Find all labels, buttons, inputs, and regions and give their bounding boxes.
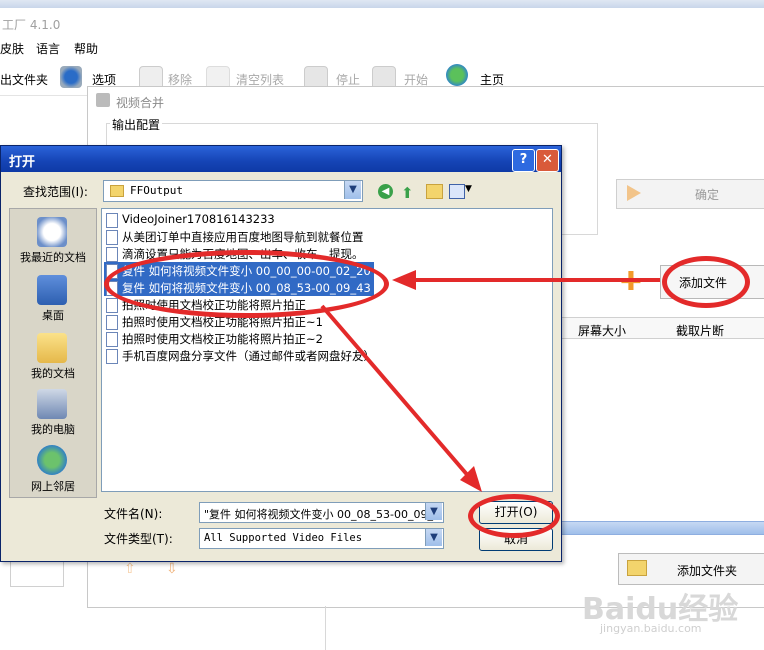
place-my-documents[interactable]: 我的文档 [10, 365, 96, 381]
column-screen-size[interactable]: 屏幕大小 [578, 322, 626, 339]
video-file-icon [106, 247, 118, 262]
network-places-icon[interactable] [37, 445, 67, 475]
file-name: VideoJoiner170816143233 [122, 212, 275, 226]
app-title: 工厂 4.1.0 [2, 18, 61, 32]
view-dropdown-icon[interactable]: ▼ [465, 184, 472, 194]
desktop-icon[interactable] [37, 275, 67, 305]
background-divider [325, 606, 326, 650]
file-row[interactable]: 拍照时使用文档校正功能将照片拍正~1 [104, 313, 504, 330]
annotation-ellipse-open [468, 494, 560, 538]
confirm-label: 确定 [695, 188, 720, 202]
file-row[interactable]: 拍照时使用文档校正功能将照片拍正~2 [104, 330, 504, 347]
output-folder-button[interactable]: 出文件夹 [0, 71, 48, 88]
file-type-select[interactable]: All Supported Video Files ▼ [199, 528, 444, 549]
horizontal-scrollbar[interactable] [558, 521, 764, 535]
new-folder-icon[interactable] [426, 184, 443, 199]
file-type-label: 文件类型(T): [104, 532, 173, 546]
app-top-strip [0, 0, 764, 8]
arrow-right-icon [627, 185, 641, 201]
video-file-icon [106, 315, 118, 330]
place-my-computer[interactable]: 我的电脑 [10, 421, 96, 437]
menu-skin[interactable]: 皮肤 [0, 40, 24, 57]
home-globe-icon[interactable] [446, 64, 468, 86]
my-documents-icon[interactable] [37, 333, 67, 363]
add-folder-label: 添加文件夹 [677, 564, 738, 578]
background-panel-edge [10, 560, 64, 587]
video-file-icon [106, 332, 118, 347]
plus-icon: ✚ [620, 267, 642, 297]
video-file-icon [106, 349, 118, 364]
look-in-select[interactable]: FFOutput ▼ [103, 180, 363, 202]
place-desktop[interactable]: 桌面 [10, 307, 96, 323]
video-file-icon [106, 298, 118, 313]
look-in-value: FFOutput [130, 184, 183, 197]
video-file-icon [106, 213, 118, 228]
merge-dialog-icon [96, 93, 110, 107]
place-network[interactable]: 网上邻居 [10, 478, 96, 494]
places-bar: 我最近的文档 桌面 我的文档 我的电脑 网上邻居 [9, 208, 97, 498]
my-computer-icon[interactable] [37, 389, 67, 419]
help-button[interactable]: ? [512, 149, 535, 172]
look-in-label: 查找范围(I): [23, 185, 88, 199]
file-name-input[interactable]: "复件 如何将视频文件变小 00_08_53-00_09_43" "复件 如何将… [199, 502, 444, 523]
file-name: 手机百度网盘分享文件（通过邮件或者网盘好友） [122, 349, 375, 363]
open-file-dialog: 打开 ? ✕ 查找范围(I): FFOutput ▼ ◀ ⬆ ▼ 我最近的文档 … [0, 145, 562, 562]
annotation-ellipse-add-file [662, 256, 750, 308]
file-row[interactable]: VideoJoiner170816143233 [104, 211, 504, 228]
watermark-url: jingyan.baidu.com [600, 622, 702, 635]
dialog-titlebar[interactable]: 打开 ? ✕ [1, 146, 561, 172]
dialog-title: 打开 [9, 155, 36, 170]
move-down-icon[interactable]: ⇩ [166, 561, 178, 577]
view-menu-icon[interactable] [449, 184, 465, 199]
menu-language[interactable]: 语言 [36, 40, 60, 57]
folder-add-icon [627, 560, 647, 576]
place-recent-documents[interactable]: 我最近的文档 [10, 249, 96, 265]
merge-dialog-title: 视频合并 [116, 96, 165, 110]
add-folder-button[interactable]: 添加文件夹 [618, 553, 764, 585]
file-name: 从美团订单中直接应用百度地图导航到就餐位置 [122, 230, 364, 244]
file-name: 拍照时使用文档校正功能将照片拍正~2 [122, 332, 323, 346]
annotation-ellipse-files [104, 250, 389, 318]
folder-icon [110, 185, 124, 197]
file-list[interactable]: VideoJoiner170816143233 从美团订单中直接应用百度地图导航… [101, 208, 553, 492]
file-name-value: "复件 如何将视频文件变小 00_08_53-00_09_43" "复件 如何将… [204, 508, 440, 521]
recent-documents-icon[interactable] [37, 217, 67, 247]
chevron-down-icon[interactable]: ▼ [344, 181, 361, 199]
column-clip-segment[interactable]: 截取片断 [676, 322, 724, 339]
file-row[interactable]: 从美团订单中直接应用百度地图导航到就餐位置 [104, 228, 504, 245]
menu-help[interactable]: 帮助 [74, 40, 98, 57]
up-folder-icon[interactable]: ⬆ [401, 184, 414, 202]
options-icon[interactable] [60, 66, 82, 88]
chevron-down-icon[interactable]: ▼ [425, 503, 442, 520]
move-up-icon[interactable]: ⇧ [124, 561, 136, 577]
chevron-down-icon[interactable]: ▼ [425, 529, 442, 546]
file-row[interactable]: 手机百度网盘分享文件（通过邮件或者网盘好友） [104, 347, 504, 364]
video-file-icon [106, 230, 118, 245]
close-button[interactable]: ✕ [536, 149, 559, 172]
confirm-button[interactable]: 确定 [616, 179, 764, 209]
back-icon[interactable]: ◀ [378, 184, 393, 199]
file-name-label: 文件名(N): [104, 507, 163, 521]
output-config-label: 输出配置 [110, 116, 163, 133]
file-type-value: All Supported Video Files [204, 532, 363, 544]
